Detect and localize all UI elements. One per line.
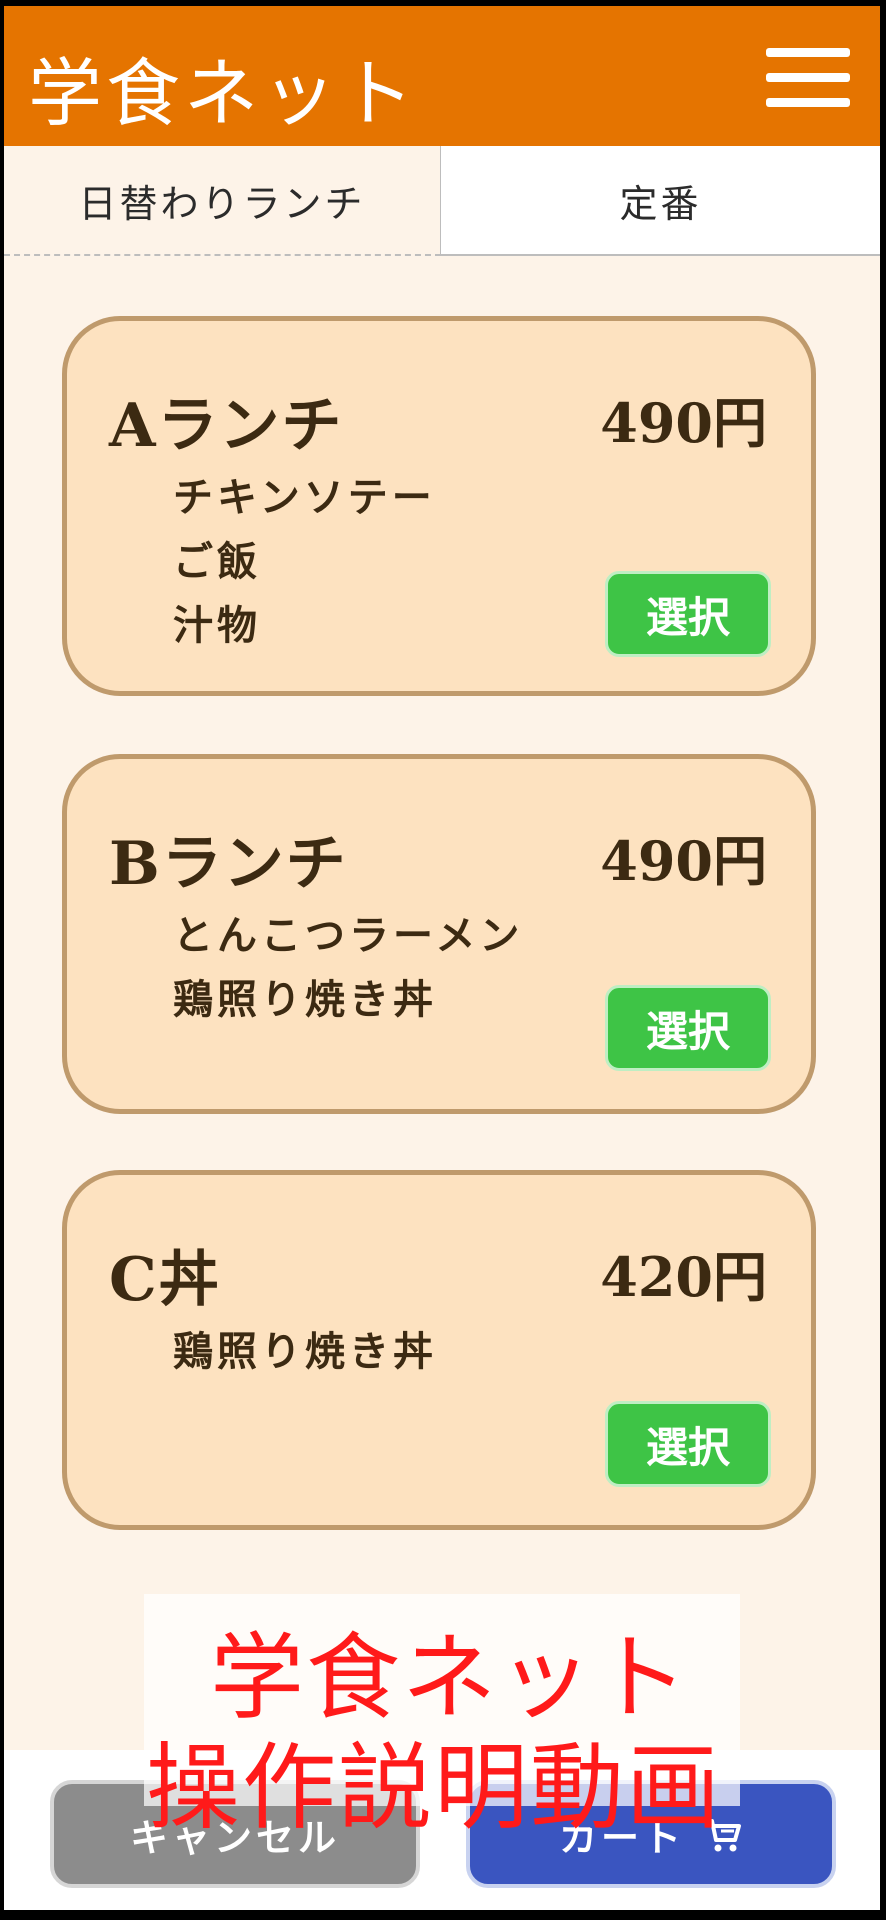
- menu-tabs: 日替わりランチ 定番: [4, 146, 880, 256]
- menu-item: チキンソテー: [173, 475, 436, 521]
- menu-card-name: C丼: [109, 1245, 221, 1315]
- menu-card-b: Bランチ 490円 とんこつラーメン 鶏照り焼き丼 選択: [62, 754, 816, 1114]
- menu-card-c: C丼 420円 鶏照り焼き丼 選択: [62, 1170, 816, 1530]
- menu-card-price: 490円: [600, 829, 767, 893]
- menu-card-price: 420円: [600, 1245, 767, 1309]
- app-title: 学食ネット: [28, 51, 418, 137]
- tab-regular[interactable]: 定番: [441, 146, 880, 256]
- caption-line-2: 操作説明動画: [146, 1734, 723, 1843]
- app-screen: 学食ネット 日替わりランチ 定番 Aランチ 490円 チキンソテー ご飯 汁物 …: [4, 6, 880, 1910]
- select-button-c[interactable]: 選択: [605, 1401, 771, 1487]
- menu-item: 鶏照り焼き丼: [173, 1329, 437, 1375]
- select-button-b[interactable]: 選択: [605, 985, 771, 1071]
- menu-card-items: 鶏照り焼き丼: [173, 1320, 437, 1384]
- tab-daily-lunch[interactable]: 日替わりランチ: [4, 146, 441, 256]
- menu-item: 汁物: [173, 603, 261, 649]
- menu-card-a: Aランチ 490円 チキンソテー ご飯 汁物 選択: [62, 316, 816, 696]
- app-header: 学食ネット: [4, 6, 880, 146]
- menu-item: 鶏照り焼き丼: [173, 977, 437, 1023]
- menu-card-price: 490円: [600, 391, 767, 455]
- menu-card-name: Aランチ: [109, 391, 344, 461]
- hamburger-menu-icon[interactable]: [766, 48, 850, 108]
- menu-item: とんこつラーメン: [173, 913, 524, 959]
- select-button-a[interactable]: 選択: [605, 571, 771, 657]
- menu-item: ご飯: [173, 539, 261, 585]
- menu-card-items: チキンソテー ご飯 汁物: [173, 466, 436, 658]
- menu-card-name: Bランチ: [109, 829, 348, 899]
- menu-card-items: とんこつラーメン 鶏照り焼き丼: [173, 904, 523, 1032]
